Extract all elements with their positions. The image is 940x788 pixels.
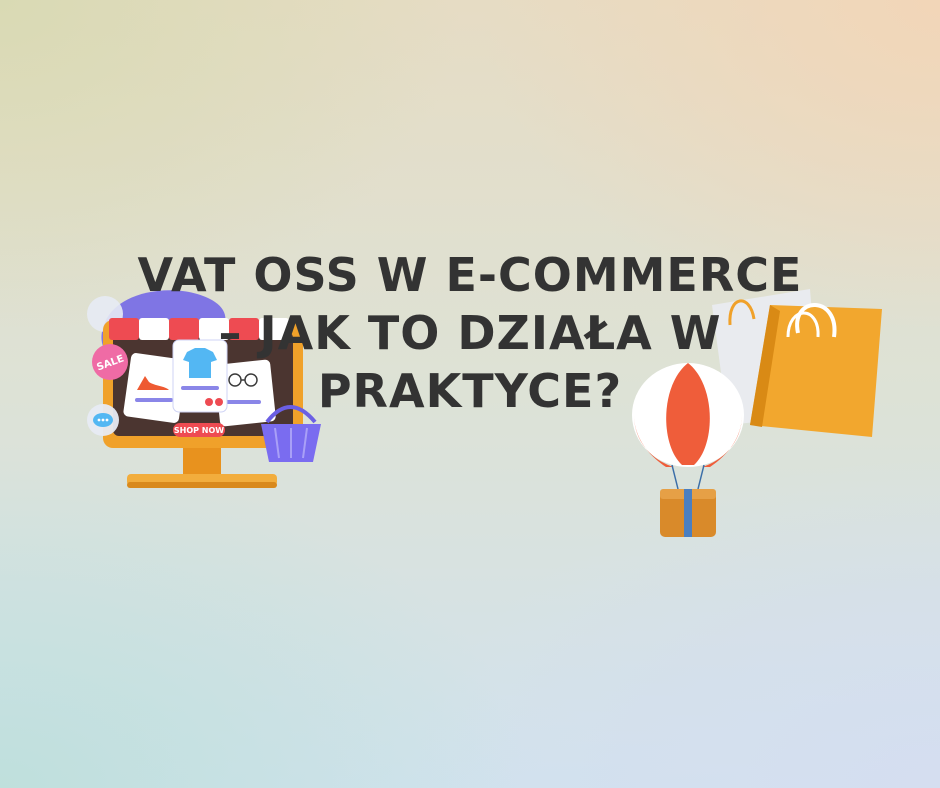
title-line-2: – JAK TO DZIAŁA W bbox=[218, 306, 722, 360]
page-title: VAT OSS W E-COMMERCE – JAK TO DZIAŁA W P… bbox=[0, 246, 940, 420]
shop-now-button: SHOP NOW bbox=[173, 423, 225, 437]
title-line-3: PRAKTYCE? bbox=[317, 364, 623, 418]
shop-now-label: SHOP NOW bbox=[174, 426, 224, 435]
parcel-box-icon bbox=[660, 489, 716, 537]
title-line-1: VAT OSS W E-COMMERCE bbox=[137, 248, 803, 302]
